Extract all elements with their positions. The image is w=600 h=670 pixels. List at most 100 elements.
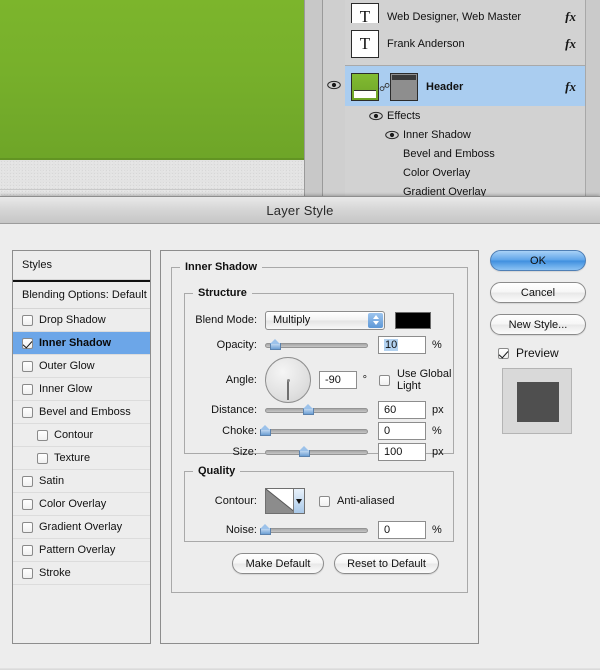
choke-input[interactable]: 0 xyxy=(378,422,426,440)
checkbox-stroke[interactable] xyxy=(22,567,33,579)
opacity-slider[interactable] xyxy=(265,336,368,354)
style-row-gradient-overlay[interactable]: Gradient Overlay xyxy=(13,516,150,539)
layers-panel[interactable]: T Web Designer, Web Master fx ▼ T Frank … xyxy=(323,0,600,196)
size-unit: px xyxy=(432,446,444,458)
style-label: Outer Glow xyxy=(39,360,95,372)
cancel-button[interactable]: Cancel xyxy=(490,282,586,303)
styles-header-label: Styles xyxy=(22,259,52,271)
angle-dial[interactable] xyxy=(265,357,311,403)
style-row-pattern-overlay[interactable]: Pattern Overlay xyxy=(13,539,150,562)
style-row-inner-glow[interactable]: Inner Glow xyxy=(13,378,150,401)
noise-unit: % xyxy=(432,524,442,536)
distance-unit: px xyxy=(432,404,444,416)
angle-dial-hand xyxy=(287,380,289,400)
layer-thumbnail-text[interactable]: T xyxy=(351,30,379,58)
style-row-texture[interactable]: Texture xyxy=(13,447,150,470)
layer-thumbnail-image[interactable] xyxy=(351,73,379,101)
dialog-title: Layer Style xyxy=(266,202,334,218)
effects-row[interactable]: Gradient Overlay xyxy=(345,182,600,196)
checkbox-texture[interactable] xyxy=(37,452,48,464)
layer-row[interactable]: T Frank Anderson fx ▼ xyxy=(345,23,600,66)
choke-slider[interactable] xyxy=(260,422,368,440)
size-input[interactable]: 100 xyxy=(378,443,426,461)
noise-input[interactable]: 0 xyxy=(378,521,426,539)
fx-icon[interactable]: fx xyxy=(565,79,576,95)
contour-dropdown-arrow-icon[interactable] xyxy=(293,489,304,513)
opacity-input[interactable]: 10 xyxy=(378,336,426,354)
slider-track xyxy=(265,429,368,434)
checkbox-use-global-light[interactable] xyxy=(378,374,390,386)
photoshop-background: T Web Designer, Web Master fx ▼ T Frank … xyxy=(0,0,600,200)
contour-row: Contour: Anti-aliased xyxy=(185,487,394,515)
slider-knob[interactable] xyxy=(298,446,311,458)
layer-row-header-selected[interactable]: ☍ Header fx ▲ xyxy=(345,66,600,109)
effects-row[interactable]: Inner Shadow xyxy=(345,125,600,145)
style-row-outer-glow[interactable]: Outer Glow xyxy=(13,355,150,378)
opacity-value: 10 xyxy=(384,339,399,351)
effects-row[interactable]: Effects xyxy=(345,106,600,126)
checkbox-inner-glow[interactable] xyxy=(22,383,33,395)
style-row-contour[interactable]: Contour xyxy=(13,424,150,447)
style-row-color-overlay[interactable]: Color Overlay xyxy=(13,493,150,516)
choke-row: Choke: 0 % xyxy=(185,422,442,440)
checkbox-pattern-overlay[interactable] xyxy=(22,544,33,556)
checkbox-preview[interactable] xyxy=(498,347,509,359)
stepper-arrows-icon[interactable] xyxy=(368,312,383,328)
style-row-satin[interactable]: Satin xyxy=(13,470,150,493)
size-slider[interactable] xyxy=(265,443,368,461)
style-row-stroke[interactable]: Stroke xyxy=(13,562,150,585)
eye-icon[interactable] xyxy=(369,111,383,121)
blend-mode-select[interactable]: Multiply xyxy=(265,310,385,330)
blending-options-label: Blending Options: Default xyxy=(22,289,147,301)
blending-options-row[interactable]: Blending Options: Default xyxy=(13,282,150,309)
style-label: Contour xyxy=(54,429,94,441)
style-row-inner-shadow[interactable]: Inner Shadow xyxy=(13,332,150,355)
styles-list[interactable]: Styles Blending Options: Default Drop Sh… xyxy=(12,250,151,644)
dialog-titlebar[interactable]: Layer Style xyxy=(0,197,600,224)
eye-icon[interactable] xyxy=(385,130,399,140)
angle-input[interactable]: -90 xyxy=(319,371,357,389)
slider-knob[interactable] xyxy=(302,404,315,416)
style-row-bevel-and-emboss[interactable]: Bevel and Emboss xyxy=(13,401,150,424)
shadow-color-swatch[interactable] xyxy=(395,311,431,329)
layer-mask-thumbnail[interactable] xyxy=(390,73,418,101)
effects-row[interactable]: Bevel and Emboss xyxy=(345,144,600,164)
effects-label: Color Overlay xyxy=(403,166,471,179)
style-row-drop-shadow[interactable]: Drop Shadow xyxy=(13,309,150,332)
fx-icon[interactable]: fx xyxy=(565,36,576,52)
eye-icon[interactable] xyxy=(327,80,341,90)
size-label: Size: xyxy=(232,446,257,458)
preview-control[interactable]: Preview xyxy=(498,346,590,360)
new-style-button[interactable]: New Style... xyxy=(490,314,586,335)
distance-slider[interactable] xyxy=(265,401,368,419)
layers-scrollbar[interactable] xyxy=(585,0,600,196)
distance-input[interactable]: 60 xyxy=(378,401,426,419)
make-default-button[interactable]: Make Default xyxy=(232,553,324,574)
noise-slider[interactable] xyxy=(260,521,368,539)
slider-knob[interactable] xyxy=(259,524,272,536)
use-global-light-control[interactable]: Use Global Light xyxy=(378,368,453,392)
checkbox-bevel-and-emboss[interactable] xyxy=(22,406,33,418)
checkbox-inner-shadow[interactable] xyxy=(22,337,33,349)
checkbox-gradient-overlay[interactable] xyxy=(22,521,33,533)
effects-row[interactable]: Color Overlay xyxy=(345,163,600,183)
distance-label: Distance: xyxy=(211,404,257,416)
quality-legend: Quality xyxy=(198,465,236,477)
checkbox-outer-glow[interactable] xyxy=(22,360,33,372)
ok-button[interactable]: OK xyxy=(490,250,586,271)
slider-knob[interactable] xyxy=(259,425,272,437)
checkbox-satin[interactable] xyxy=(22,475,33,487)
checkbox-contour[interactable] xyxy=(37,429,48,441)
anti-aliased-control[interactable]: Anti-aliased xyxy=(319,495,394,507)
checkbox-anti-aliased[interactable] xyxy=(319,495,330,507)
document-canvas[interactable] xyxy=(0,0,305,196)
contour-preset-picker[interactable] xyxy=(265,488,305,514)
style-label: Texture xyxy=(54,452,91,464)
inner-shadow-settings-panel: Inner Shadow Structure Blend Mode: Multi… xyxy=(160,250,479,644)
styles-list-header[interactable]: Styles xyxy=(13,251,150,280)
slider-knob[interactable] xyxy=(269,339,282,351)
checkbox-drop-shadow[interactable] xyxy=(22,314,33,326)
link-icon[interactable]: ☍ xyxy=(379,81,390,94)
reset-to-default-button[interactable]: Reset to Default xyxy=(334,553,439,574)
checkbox-color-overlay[interactable] xyxy=(22,498,33,510)
